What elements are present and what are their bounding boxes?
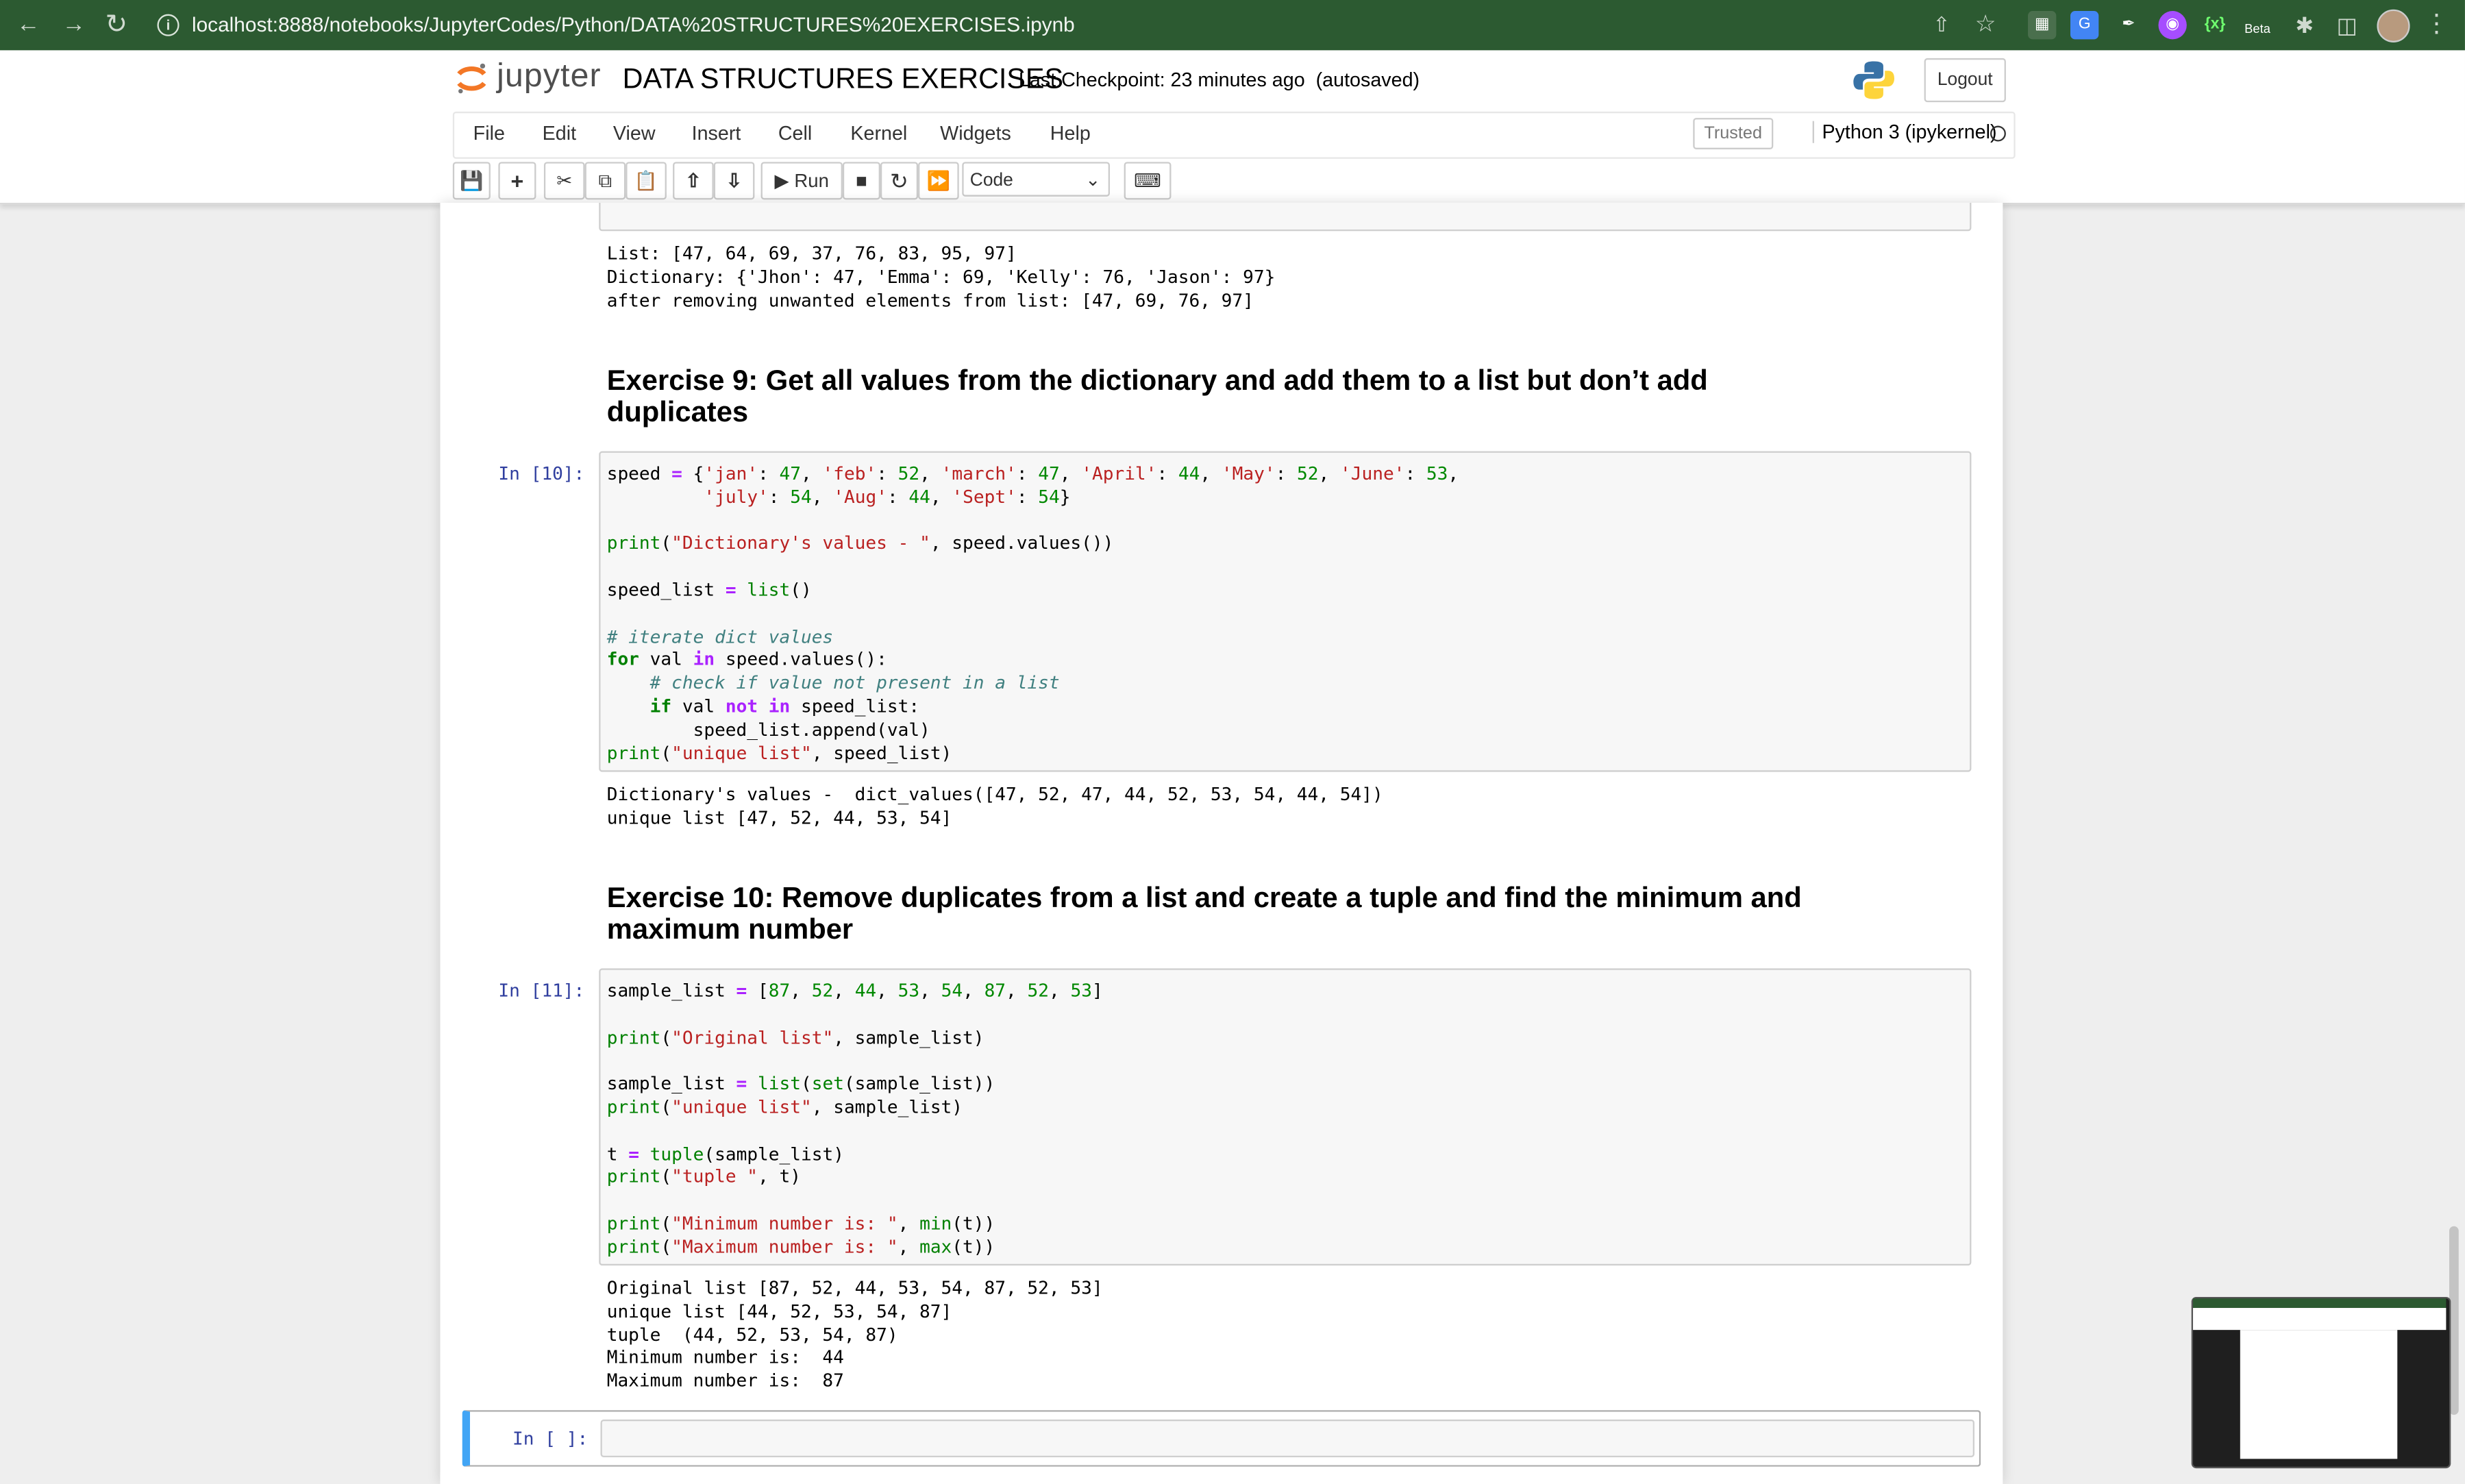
kernel-status-icon xyxy=(1990,125,2006,142)
cell-type-value: Code xyxy=(969,171,1013,190)
heading-line: duplicates xyxy=(606,395,749,427)
output-line: unique list [47, 52, 44, 53, 54] xyxy=(606,806,952,828)
profile-avatar[interactable] xyxy=(2377,9,2410,42)
output-line: tuple (44, 52, 53, 54, 87) xyxy=(606,1323,898,1346)
output-line: Maximum number is: 87 xyxy=(606,1369,844,1392)
heading-line: Exercise 9: Get all values from the dict… xyxy=(606,364,1708,397)
input-prompt: In [10]: xyxy=(498,462,585,484)
code-extension-icon[interactable]: {x} xyxy=(2201,11,2229,39)
cell-type-select[interactable]: Code ⌄ xyxy=(962,162,1110,197)
thumbnail-header xyxy=(2192,1308,2447,1331)
menu-insert[interactable]: Insert xyxy=(692,123,741,145)
keyboard-icon[interactable]: ⌨ xyxy=(1124,162,1172,200)
jupyter-header: jupyter DATA STRUCTURES EXERCISES Last C… xyxy=(0,50,2465,205)
thumbnail-page xyxy=(2240,1330,2398,1459)
info-icon[interactable]: i xyxy=(157,14,179,36)
address-bar[interactable]: localhost:8888/notebooks/JupyterCodes/Py… xyxy=(192,12,1075,36)
sidebar-icon[interactable]: ◫ xyxy=(2331,10,2363,41)
star-icon[interactable]: ☆ xyxy=(1970,10,2001,41)
selected-empty-cell[interactable]: In [ ]: xyxy=(462,1410,1981,1467)
input-prompt: In [ ]: xyxy=(512,1427,589,1450)
add-cell-icon[interactable]: + xyxy=(498,162,536,200)
menu-help[interactable]: Help xyxy=(1050,123,1091,145)
beta-extension-icon[interactable]: Beta xyxy=(2243,11,2271,39)
autosave-status: (autosaved) xyxy=(1315,69,1420,92)
restart-run-all-icon[interactable]: ⏩ xyxy=(918,162,959,200)
output-line: List: [47, 64, 69, 37, 76, 83, 95, 97] xyxy=(606,242,1017,264)
kernel-name[interactable]: Python 3 (ipykernel) xyxy=(1812,121,1997,143)
menu-widgets[interactable]: Widgets xyxy=(940,123,1011,145)
output-line: Dictionary: {'Jhon': 47, 'Emma': 69, 'Ke… xyxy=(606,265,1276,288)
menu-view[interactable]: View xyxy=(613,123,656,145)
copy-icon[interactable]: ⧉ xyxy=(584,162,626,200)
menu-cell[interactable]: Cell xyxy=(778,123,812,145)
jupyter-logo-icon[interactable] xyxy=(454,61,488,95)
code-cell-input[interactable]: speed = {'jan': 47, 'feb': 52, 'march': … xyxy=(599,451,1972,772)
code-editor[interactable]: speed = {'jan': 47, 'feb': 52, 'march': … xyxy=(607,462,1459,765)
code-cell-input[interactable]: sample_list = [87, 52, 44, 53, 54, 87, 5… xyxy=(599,968,1972,1266)
menu-edit[interactable]: Edit xyxy=(543,123,576,145)
output-line: unique list [44, 52, 53, 54, 87] xyxy=(606,1300,952,1322)
interrupt-icon[interactable]: ■ xyxy=(842,162,880,200)
trusted-badge[interactable]: Trusted xyxy=(1693,118,1774,149)
extension-icon[interactable]: ▦ xyxy=(2028,11,2057,40)
chevron-down-icon: ⌄ xyxy=(1085,171,1101,190)
cell-output: List: [47, 64, 69, 37, 76, 83, 95, 97] Di… xyxy=(607,242,1276,312)
save-icon[interactable]: 💾 xyxy=(452,162,491,200)
screen-preview-thumbnail[interactable] xyxy=(2191,1296,2451,1469)
extensions-icon[interactable]: ✱ xyxy=(2289,10,2320,41)
previous-cell-input[interactable] xyxy=(599,202,1972,232)
code-editor[interactable]: sample_list = [87, 52, 44, 53, 54, 87, 5… xyxy=(607,979,1103,1258)
purple-extension-icon[interactable]: ◉ xyxy=(2158,11,2187,40)
output-line: Dictionary's values - dict_values([47, 5… xyxy=(606,782,1383,805)
input-prompt: In [11]: xyxy=(498,979,585,1002)
exercise-9-heading[interactable]: Exercise 9: Get all values from the dict… xyxy=(606,364,1896,428)
run-button[interactable]: ▶ Run xyxy=(760,162,843,200)
run-icon: ▶ xyxy=(774,169,789,192)
output-line: Original list [87, 52, 44, 53, 54, 87, 5… xyxy=(606,1276,1103,1299)
forward-icon[interactable]: → xyxy=(58,10,90,41)
restart-icon[interactable]: ↻ xyxy=(880,162,919,200)
run-label: Run xyxy=(794,169,829,192)
share-icon[interactable]: ⇧ xyxy=(1926,10,1957,41)
back-icon[interactable]: ← xyxy=(12,10,44,41)
output-line: after removing unwanted elements from li… xyxy=(606,288,1254,311)
cut-icon[interactable]: ✂ xyxy=(543,162,585,200)
more-icon[interactable]: ⋮ xyxy=(2421,10,2453,41)
checkpoint-text: Last Checkpoint: 23 minutes ago xyxy=(1018,69,1305,92)
heading-line: Exercise 10: Remove duplicates from a li… xyxy=(606,882,1802,914)
notebook-title[interactable]: DATA STRUCTURES EXERCISES xyxy=(623,63,1063,96)
move-up-icon[interactable]: ⇧ xyxy=(673,162,714,200)
exercise-10-heading[interactable]: Exercise 10: Remove duplicates from a li… xyxy=(606,882,1896,945)
move-down-icon[interactable]: ⇩ xyxy=(713,162,755,200)
checkpoint-status: Last Checkpoint: 23 minutes ago (autosav… xyxy=(1019,69,1420,91)
notebook-container: List: [47, 64, 69, 37, 76, 83, 95, 97] Di… xyxy=(440,202,2003,1484)
output-line: Minimum number is: 44 xyxy=(606,1346,844,1369)
cell-output: Dictionary's values - dict_values([47, 5… xyxy=(607,783,1383,830)
beta-label: Beta xyxy=(2244,22,2270,36)
thumbnail-chrome xyxy=(2192,1298,2447,1309)
menu-file[interactable]: File xyxy=(473,123,505,145)
translate-extension-icon[interactable]: G xyxy=(2070,11,2099,40)
empty-cell-input[interactable] xyxy=(600,1419,1975,1458)
cell-output: Original list [87, 52, 44, 53, 54, 87, 5… xyxy=(607,1276,1103,1393)
jupyter-logo-text[interactable]: jupyter xyxy=(497,58,602,96)
heading-line: maximum number xyxy=(606,912,854,944)
menu-bar: File Edit View Insert Cell Kernel Widget… xyxy=(452,111,2016,159)
logout-button[interactable]: Logout xyxy=(1924,58,2006,103)
paste-icon[interactable]: 📋 xyxy=(625,162,667,200)
reload-icon[interactable]: ↻ xyxy=(101,10,132,41)
pen-extension-icon[interactable]: ✒ xyxy=(2114,11,2142,39)
python-logo-icon xyxy=(1852,58,1896,102)
browser-toolbar: ← → ↻ i localhost:8888/notebooks/Jupyter… xyxy=(0,0,2465,51)
menu-kernel[interactable]: Kernel xyxy=(850,123,907,145)
